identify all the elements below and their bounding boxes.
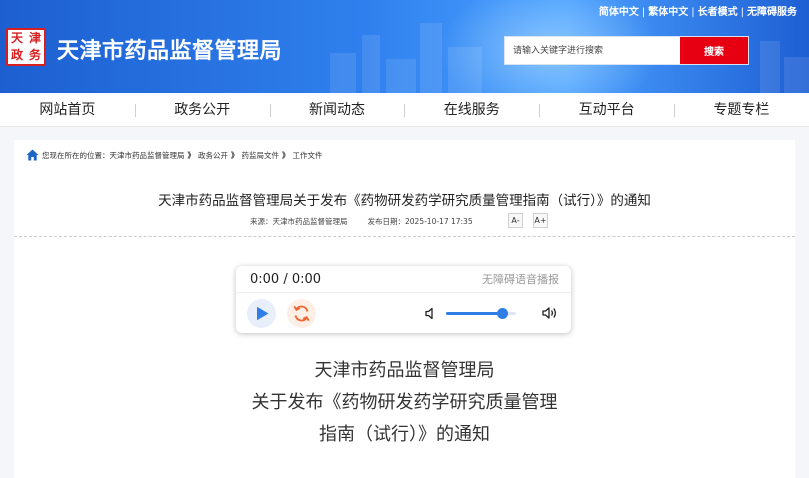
nav-item-online-services[interactable]: 在线服务 [404,93,539,126]
volume-slider[interactable] [446,308,516,319]
source-value: 天津市药品监督管理局 [272,217,348,226]
search-box: 搜索 [504,36,749,65]
site-logo[interactable]: 天 津 政 务 [6,28,46,66]
nav-item-government-affairs[interactable]: 政务公开 [134,93,270,126]
skyline-block [386,59,416,93]
breadcrumb-separator: 》 [231,150,239,160]
logo-char: 政 [10,48,23,62]
volume-knob[interactable] [497,308,508,319]
breadcrumb-separator: 》 [187,150,196,160]
nav-item-interaction[interactable]: 互动平台 [539,93,674,126]
breadcrumb-link[interactable]: 药监局文件 [242,150,280,161]
link-accessibility[interactable]: 无障碍服务 [747,7,797,18]
audio-player: 0:00 / 0:00 无障碍语音播报 [236,266,571,333]
top-links: 简体中文 | 繁体中文 | 长者模式 | 无障碍服务 [599,3,797,18]
logo-char: 天 [10,31,23,45]
breadcrumb-link[interactable]: 工作文件 [293,150,323,161]
volume-high-icon[interactable] [542,306,559,320]
link-separator: | [691,7,695,18]
main-nav: 网站首页 政务公开 新闻动态 在线服务 互动平台 专题专栏 [0,93,809,127]
link-separator: | [740,7,744,18]
accessibility-reader-label: 无障碍语音播报 [482,273,559,286]
skyline-block [760,41,780,93]
date-label: 发布日期： [367,217,406,226]
source-label: 来源： [250,217,273,226]
breadcrumb: 您现在所在的位置： 天津市药品监督管理局 》 政务公开 》 药监局文件 》 工作… [26,149,323,161]
breadcrumb-link[interactable]: 天津市药品监督管理局 [110,150,185,161]
logo-char: 津 [28,31,41,45]
play-icon [257,306,269,321]
link-traditional-chinese[interactable]: 繁体中文 [648,7,688,18]
player-divider [236,292,571,293]
nav-item-news[interactable]: 新闻动态 [269,93,405,126]
font-increase-button[interactable]: A+ [533,213,548,228]
date-value: 2025-10-17 17:35 [405,217,473,226]
search-button[interactable]: 搜索 [680,37,748,64]
time-display: 0:00 / 0:00 [250,272,322,287]
link-elder-mode[interactable]: 长者模式 [698,7,738,18]
article-panel: 您现在所在的位置： 天津市药品监督管理局 》 政务公开 》 药监局文件 》 工作… [14,140,795,478]
breadcrumb-separator: 》 [282,150,290,160]
document-heading-line: 指南（试行）》的通知 [319,424,490,445]
font-decrease-button[interactable]: A- [508,213,523,228]
site-header: 天 津 政 务 天津市药品监督管理局 简体中文 | 繁体中文 | 长者模式 | 无障碍服务 … [0,0,809,93]
search-input[interactable] [505,37,681,64]
link-simplified-chinese[interactable]: 简体中文 [599,7,639,18]
skyline-block [448,47,482,93]
article-title: 天津市药品监督管理局关于发布《药物研发药学研究质量管理指南（试行）》的通知 [158,193,651,209]
logo-char: 务 [28,48,41,62]
repeat-button[interactable] [287,299,316,328]
link-separator: | [641,7,646,18]
volume-low-icon[interactable] [425,307,437,320]
play-button[interactable] [247,299,276,328]
skyline-block [420,23,442,93]
volume-fill [446,312,502,315]
home-icon [26,149,39,161]
skyline-block [362,35,380,93]
skyline-block [784,57,809,93]
skyline-block [330,53,356,93]
document-heading: 天津市药品监督管理局 关于发布《药物研发药学研究质量管理 指南（试行）》的通知 [14,355,795,451]
nav-item-special-topics[interactable]: 专题专栏 [673,93,809,126]
repeat-icon [293,305,310,322]
document-heading-line: 关于发布《药物研发药学研究质量管理 [251,392,558,413]
document-heading-line: 天津市药品监督管理局 [314,360,495,381]
breadcrumb-link[interactable]: 政务公开 [198,150,228,161]
nav-item-home[interactable]: 网站首页 [0,93,135,126]
article-meta: 来源： 天津市药品监督管理局 发布日期： 2025-10-17 17:35 [250,216,473,227]
breadcrumb-prefix: 您现在所在的位置： [42,150,110,160]
title-divider [14,236,795,237]
site-title[interactable]: 天津市药品监督管理局 [57,33,282,65]
